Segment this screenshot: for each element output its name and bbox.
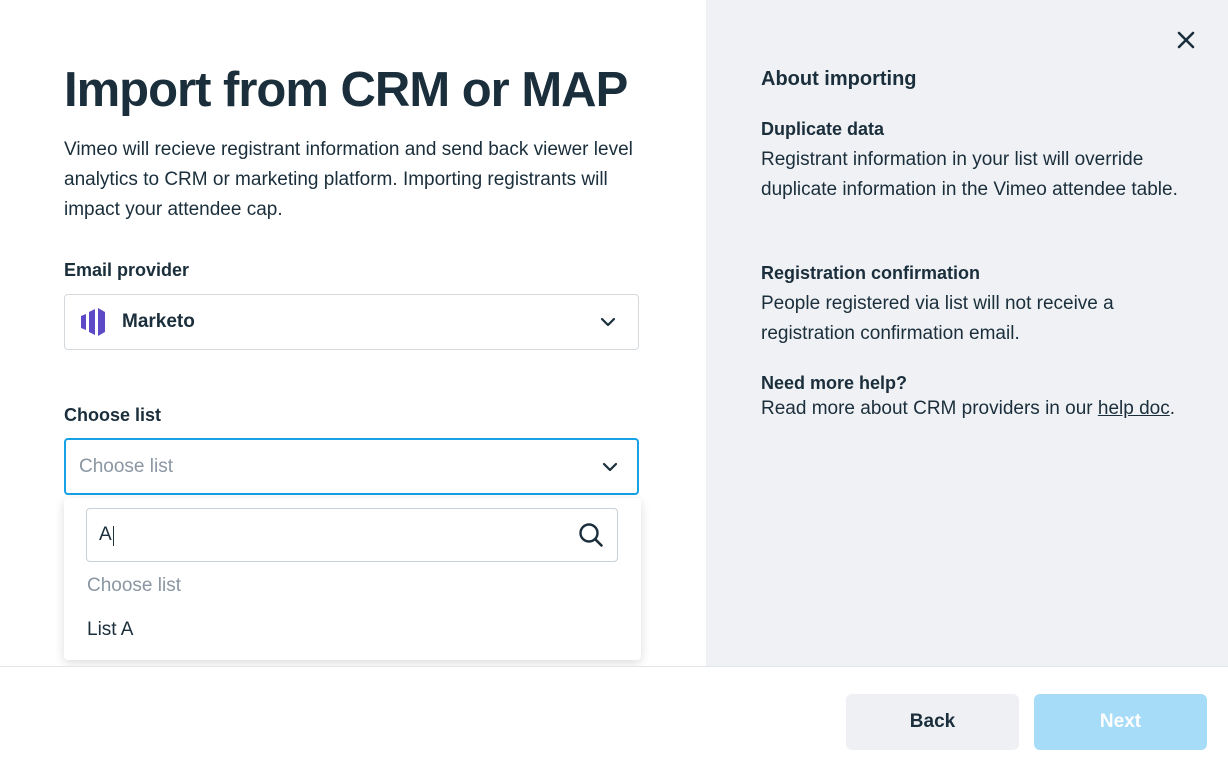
chevron-down-icon — [600, 317, 616, 327]
list-search-input[interactable] — [86, 508, 618, 562]
choose-list-placeholder: Choose list — [79, 456, 173, 477]
page-title: Import from CRM or MAP — [64, 63, 628, 117]
duplicate-data-body: Registrant information in your list will… — [761, 149, 1178, 200]
email-provider-value: Marketo — [122, 311, 195, 332]
choose-list-label: Choose list — [64, 405, 162, 425]
about-title: About importing — [761, 68, 917, 90]
dropdown-option-placeholder[interactable]: Choose list — [87, 575, 181, 597]
help-doc-link[interactable]: help doc — [1098, 398, 1170, 419]
registration-confirmation-body: People registered via list will not rece… — [761, 293, 1114, 344]
email-provider-select[interactable]: Marketo — [64, 294, 639, 350]
dropdown-option-list-a[interactable]: List A — [87, 619, 133, 641]
main-panel: Import from CRM or MAP Vimeo will reciev… — [0, 0, 706, 666]
chevron-down-icon — [602, 462, 618, 472]
list-dropdown-menu: Choose list List A — [64, 498, 641, 660]
marketo-logo-icon — [81, 308, 105, 336]
choose-list-select[interactable]: Choose list — [64, 438, 639, 495]
back-button[interactable]: Back — [846, 694, 1019, 750]
close-icon[interactable] — [1177, 31, 1195, 49]
duplicate-data-title: Duplicate data — [761, 119, 885, 139]
page-description: Vimeo will recieve registrant informatio… — [64, 139, 633, 220]
search-icon[interactable] — [578, 522, 604, 548]
need-help-text: Read more about CRM providers in our — [761, 398, 1098, 419]
text-caret — [113, 526, 114, 546]
need-help-period: . — [1169, 398, 1175, 419]
registration-confirmation-title: Registration confirmation — [761, 263, 981, 283]
next-button[interactable]: Next — [1034, 694, 1207, 750]
email-provider-label: Email provider — [64, 260, 190, 280]
need-help-body: Read more about CRM providers in our hel… — [761, 394, 1201, 424]
need-help-title: Need more help? — [761, 373, 908, 393]
